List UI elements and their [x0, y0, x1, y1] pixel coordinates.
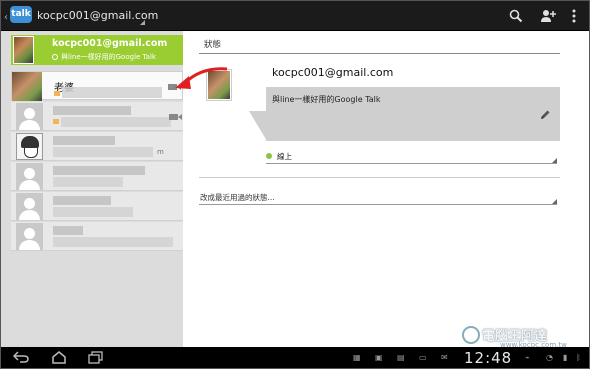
status-indicator [54, 91, 60, 96]
status-indicator [53, 119, 59, 124]
battery-icon: ▮ [563, 353, 568, 362]
blurred-status [53, 207, 133, 217]
blurred-name [53, 226, 83, 235]
recent-status-dropdown[interactable]: 改成最近用過的狀態... [199, 191, 557, 205]
device-icon: ▭ [419, 353, 427, 362]
profile-email: kocpc001@gmail.com [272, 66, 394, 79]
status-detail-pane: 狀態 kocpc001@gmail.com 與line一樣好用的Google T… [183, 31, 589, 347]
self-status: 與line一樣好用的Google Talk [52, 52, 156, 62]
section-divider [199, 177, 560, 178]
search-icon[interactable] [509, 8, 525, 24]
usb-icon: ⌁ [525, 353, 530, 362]
recent-status-label: 改成最近用過的狀態... [200, 193, 275, 202]
home-icon[interactable] [51, 351, 67, 365]
download-icon: ▣ [375, 353, 383, 362]
blurred-status [61, 117, 171, 127]
talk-logo: talk [10, 6, 32, 23]
presence-ring-icon [52, 54, 58, 60]
contact-avatar [16, 193, 43, 220]
online-dot-icon [266, 153, 272, 159]
section-divider [199, 53, 560, 54]
clock: 12:48 [464, 349, 513, 367]
account-dropdown-icon[interactable] [140, 20, 145, 25]
add-person-icon[interactable] [540, 8, 556, 24]
image-icon: ▤ [397, 353, 405, 362]
talk-app-icon[interactable]: ‹ talk [4, 5, 32, 27]
wifi-icon: ◔ [546, 353, 553, 362]
dropdown-corner-icon [552, 199, 557, 204]
contact-avatar [16, 103, 43, 130]
contact-avatar [16, 133, 43, 160]
section-title: 狀態 [204, 40, 222, 50]
contact-avatar [16, 163, 43, 190]
blurred-name [53, 106, 131, 115]
contact-avatar [12, 72, 42, 101]
contact-status-suffix: m [157, 148, 164, 156]
bluetooth-icon: ᛒ [576, 353, 581, 362]
status-bubble-tail [249, 111, 267, 141]
blurred-status [53, 237, 173, 247]
self-account-row[interactable]: kocpc001@gmail.com 與line一樣好用的Google Talk [11, 35, 183, 65]
blurred-name [53, 166, 145, 175]
blurred-name [53, 136, 115, 145]
contact-row[interactable] [11, 192, 183, 221]
blurred-status [62, 87, 162, 98]
back-icon[interactable] [12, 351, 29, 365]
system-bar: ▦ ▣ ▤ ▭ ✉ 12:48 ⌁ ◔ ▮ ᛒ [1, 347, 589, 368]
app-window: ‹ talk kocpc001@gmail.com kocpc001@gmail… [0, 0, 590, 369]
video-chat-icon[interactable] [169, 114, 182, 120]
blurred-name [53, 196, 111, 205]
annotation-arrow-icon [175, 67, 228, 89]
self-status-text: 與line一樣好用的Google Talk [61, 53, 156, 61]
overflow-menu-icon[interactable] [571, 8, 587, 24]
self-avatar [13, 36, 34, 64]
self-email: kocpc001@gmail.com [52, 38, 168, 49]
blurred-status [53, 147, 153, 157]
contact-row[interactable]: 老婆 [11, 71, 183, 101]
status-message-text: 與line一樣好用的Google Talk [272, 95, 381, 104]
notification-icon: ▦ [353, 353, 361, 362]
presence-label: 線上 [277, 152, 292, 161]
contact-row[interactable] [11, 222, 183, 251]
dropdown-corner-icon [552, 158, 557, 163]
blurred-status [53, 177, 123, 187]
mail-icon: ✉ [441, 353, 448, 362]
up-caret-icon: ‹ [4, 12, 8, 23]
pencil-edit-icon[interactable] [539, 109, 553, 123]
contact-row[interactable] [11, 102, 183, 131]
contact-row[interactable]: m [11, 132, 183, 161]
status-message-box[interactable]: 與line一樣好用的Google Talk [266, 87, 560, 141]
action-bar: ‹ talk kocpc001@gmail.com [1, 1, 589, 31]
contact-list-pane: kocpc001@gmail.com 與line一樣好用的Google Talk… [1, 31, 183, 347]
contact-row[interactable] [11, 162, 183, 191]
contact-avatar [16, 223, 43, 250]
presence-dropdown[interactable]: 線上 [266, 150, 557, 164]
recent-apps-icon[interactable] [88, 351, 104, 365]
